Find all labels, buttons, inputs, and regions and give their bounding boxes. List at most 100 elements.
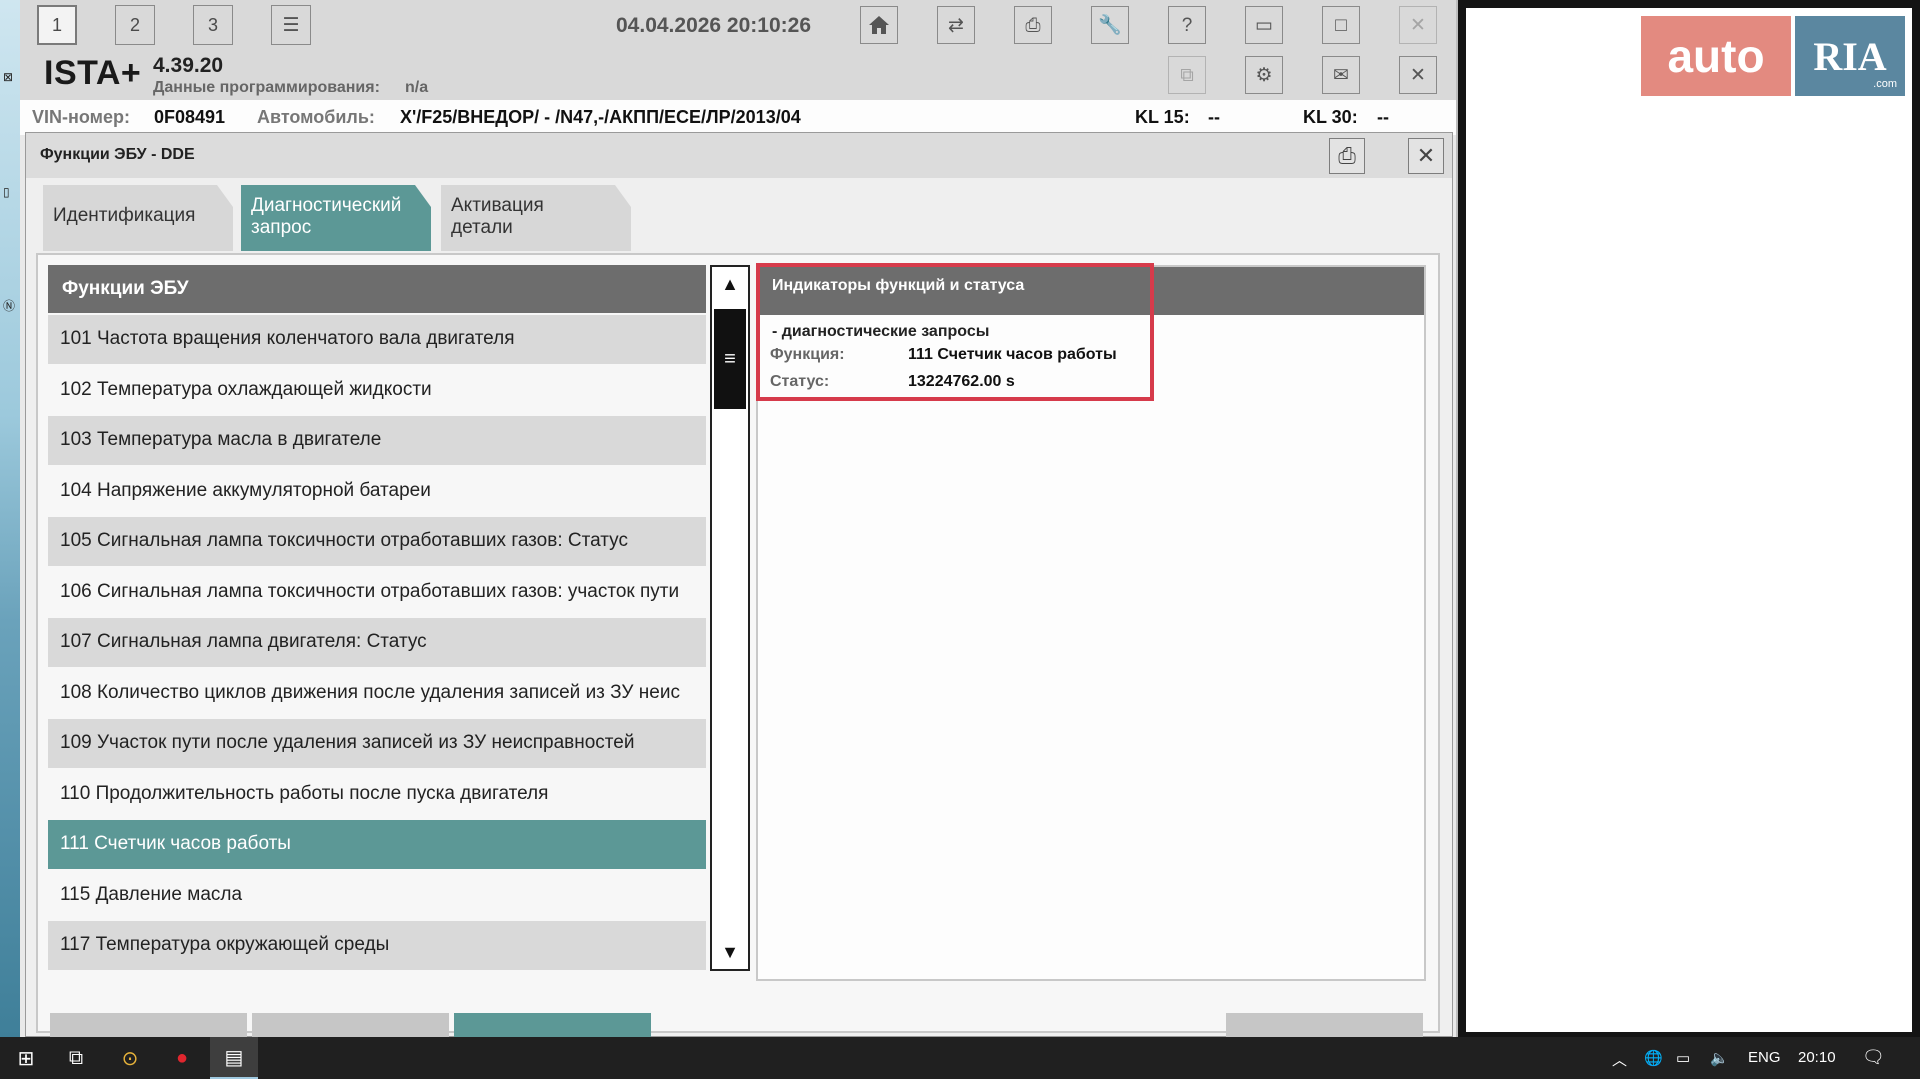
watermark-logo-auto: auto (1641, 16, 1791, 96)
taskbar-app-1[interactable]: ⊙ (106, 1037, 154, 1079)
function-list-item[interactable]: 103 Температура масла в двигателе (48, 416, 706, 465)
tab-identification[interactable]: Идентификация (43, 185, 233, 251)
kl15-value: -- (1208, 107, 1220, 127)
function-list-item[interactable]: 102 Температура охлаждающей жидкости (48, 365, 706, 415)
chevron-up-icon[interactable]: ︿ (1612, 1049, 1627, 1070)
app-icon: ⊙ (121, 1047, 139, 1070)
scroll-down-button[interactable]: ▼ (712, 935, 748, 969)
tab-component-activation[interactable]: Активация детали (441, 185, 631, 251)
function-list-item[interactable]: 108 Количество циклов движения после уда… (48, 668, 706, 718)
start-button[interactable]: ⊞ (2, 1037, 50, 1079)
status-panel: Индикаторы функций и статуса - диагности… (756, 263, 1426, 981)
opera-icon: ● (175, 1046, 189, 1069)
functions-scrollbar[interactable]: ▲ ≡ ▼ (710, 265, 750, 971)
app-close-button[interactable]: ✕ (1399, 56, 1437, 94)
dialog-titlebar: Функции ЭБУ - DDE ⎙ ✕ (26, 133, 1452, 178)
functions-list: Функции ЭБУ 101 Частота вращения коленча… (48, 265, 706, 971)
function-list-item[interactable]: 101 Частота вращения коленчатого вала дв… (48, 315, 706, 364)
bottom-button-3[interactable] (454, 1013, 651, 1038)
function-list-item[interactable]: 106 Сигнальная лампа токсичности отработ… (48, 567, 706, 617)
task-view-icon: ⧉ (68, 1046, 84, 1069)
windows-icon: ⊞ (17, 1047, 35, 1070)
arrow-up-icon: ▲ (721, 273, 739, 294)
desktop-icon-fragment: ⊠ (3, 70, 14, 84)
function-list-item[interactable]: 104 Напряжение аккумуляторной батареи (48, 466, 706, 516)
desktop-background: ⊠ ▯ Ⓝ (0, 0, 20, 1037)
wrench-icon: 🔧 (1098, 14, 1122, 36)
clock[interactable]: 20:10 (1798, 1049, 1836, 1066)
question-icon: ? (1181, 14, 1193, 36)
car-label: Автомобиль: (257, 107, 375, 127)
tab-label: детали (451, 217, 513, 238)
scroll-up-button[interactable]: ▲ (712, 267, 748, 301)
vin-label: VIN-номер: (32, 107, 130, 127)
copy-button[interactable]: ⧉ (1168, 56, 1206, 94)
session-tab-3[interactable]: 3 (193, 5, 233, 45)
session-tab-label: 3 (207, 15, 218, 35)
volume-icon[interactable]: 🔈 (1710, 1049, 1729, 1067)
notifications-icon[interactable]: 🗨 (1862, 1047, 1885, 1068)
function-list-item[interactable]: 111 Счетчик часов работы (48, 820, 706, 869)
function-list-item[interactable]: 117 Температура окружающей среды (48, 921, 706, 970)
minimize-button[interactable]: ▭ (1245, 6, 1283, 44)
dialog-print-button[interactable]: ⎙ (1329, 138, 1365, 174)
desktop-icon-fragment: ▯ (3, 185, 10, 199)
kl15-label: KL 15: (1135, 107, 1190, 127)
mail-button[interactable]: ✉ (1322, 56, 1360, 94)
help-button[interactable]: ? (1168, 6, 1206, 44)
window-close-button[interactable]: ✕ (1399, 6, 1437, 44)
session-tab-1[interactable]: 1 (37, 5, 77, 45)
bottom-button-1[interactable] (50, 1013, 247, 1038)
session-tab-label: 1 (51, 15, 62, 35)
dialog-title: Функции ЭБУ - DDE (40, 146, 195, 163)
session-tab-2[interactable]: 2 (115, 5, 155, 45)
close-icon: ✕ (1410, 14, 1426, 36)
vehicle-info-bar: VIN-номер: 0F08491 Автомобиль: X'/F25/ВН… (20, 100, 1456, 135)
minimize-icon: ▭ (1255, 14, 1273, 36)
kl30-value: -- (1377, 107, 1389, 127)
printer-icon: ⎙ (1338, 143, 1356, 168)
function-list-item[interactable]: 110 Продолжительность работы после пуска… (48, 769, 706, 819)
compare-icon: ⇄ (948, 14, 964, 36)
programming-label: Данные программирования: (153, 79, 380, 96)
ecu-functions-dialog: Функции ЭБУ - DDE ⎙ ✕ Идентификация Диаг… (25, 132, 1453, 1038)
watermark-logo-ria: RIA .com (1795, 16, 1905, 96)
taskbar-ista[interactable]: ▤ (210, 1037, 258, 1079)
bottom-button-2[interactable] (252, 1013, 449, 1038)
service-button[interactable]: 🔧 (1091, 6, 1129, 44)
home-button[interactable] (860, 6, 898, 44)
function-list-item[interactable]: 107 Сигнальная лампа двигателя: Статус (48, 618, 706, 667)
network-icon[interactable]: 🌐 (1644, 1049, 1663, 1067)
blank-area: auto RIA .com (1466, 8, 1912, 1032)
vehicle-compare-button[interactable]: ⇄ (937, 6, 975, 44)
vin-value: 0F08491 (154, 107, 226, 127)
gear-icon: ⚙ (1255, 64, 1273, 86)
maximize-icon: □ (1335, 14, 1347, 36)
function-list-item[interactable]: 115 Давление масла (48, 870, 706, 920)
battery-icon[interactable]: ▭ (1676, 1049, 1690, 1067)
list-view-button[interactable]: ☰ (271, 5, 311, 45)
language-indicator[interactable]: ENG (1748, 1049, 1781, 1066)
bottom-button-4[interactable] (1226, 1013, 1423, 1038)
function-list-item[interactable]: 105 Сигнальная лампа токсичности отработ… (48, 517, 706, 566)
app-version: 4.39.20 (153, 54, 224, 77)
maximize-button[interactable]: □ (1322, 6, 1360, 44)
scroll-thumb[interactable]: ≡ (714, 309, 746, 409)
taskbar: ⊞ ⧉ ⊙ ● ▤ ︿ 🌐 ▭ 🔈 ENG 20:10 🗨 (0, 1037, 1920, 1079)
function-list-item[interactable]: 109 Участок пути после удаления записей … (48, 719, 706, 768)
taskbar-opera[interactable]: ● (158, 1037, 206, 1079)
home-icon (869, 16, 889, 34)
right-pane: auto RIA .com (1458, 0, 1920, 1037)
dialog-close-button[interactable]: ✕ (1408, 138, 1444, 174)
task-view-button[interactable]: ⧉ (52, 1037, 100, 1079)
mail-icon: ✉ (1333, 64, 1349, 86)
session-tab-label: 2 (129, 15, 140, 35)
print-button[interactable]: ⎙ (1014, 6, 1052, 44)
logo-com-text: .com (1873, 78, 1897, 90)
tab-label: Диагностический (251, 195, 402, 216)
close-icon: ✕ (1416, 143, 1436, 168)
datetime-display: 04.04.2026 20:10:26 (616, 14, 811, 37)
settings-button[interactable]: ⚙ (1245, 56, 1283, 94)
ista-icon: ▤ (224, 1046, 244, 1069)
tab-diagnostic-request[interactable]: Диагностический запрос (241, 185, 431, 251)
